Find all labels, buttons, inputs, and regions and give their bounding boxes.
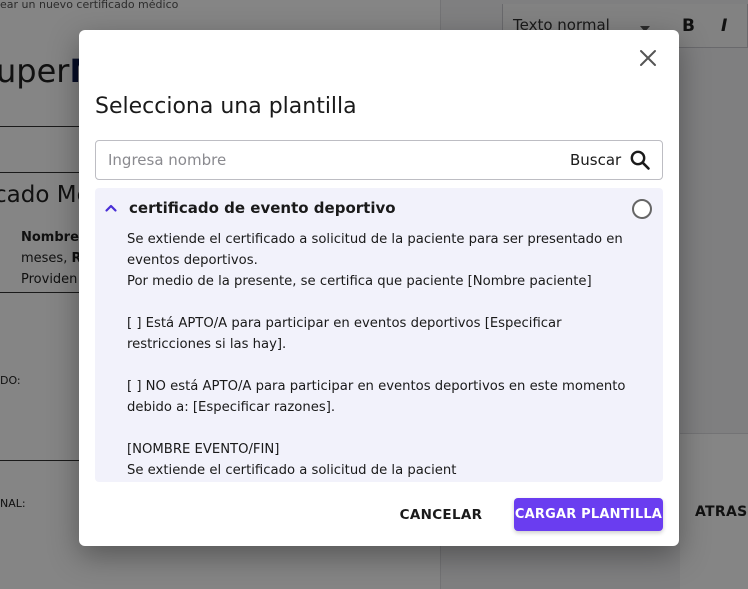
- template-title: certificado de evento deportivo: [129, 199, 396, 217]
- search-button[interactable]: Buscar: [570, 147, 651, 173]
- dialog-title: Selecciona una plantilla: [95, 94, 357, 119]
- template-item-header[interactable]: certificado de evento deportivo: [95, 188, 663, 228]
- template-preview: Se extiende el certificado a solicitud d…: [127, 229, 643, 481]
- template-preview-line: [NOMBRE EVENTO/FIN]: [127, 442, 280, 457]
- template-preview-line: [127, 292, 643, 313]
- template-preview-line: Se extiende el certificado a solicitud d…: [127, 463, 457, 478]
- load-template-button[interactable]: CARGAR PLANTILLA: [514, 498, 663, 531]
- template-preview-line: Se extiende el certificado a solicitud d…: [127, 232, 623, 268]
- search-button-label: Buscar: [570, 151, 622, 169]
- search-input[interactable]: [108, 141, 548, 179]
- template-preview-line: [127, 355, 643, 376]
- template-preview-line: Por medio de la presente, se certifica q…: [127, 274, 592, 289]
- template-preview-line: [ ] NO está APTO/A para participar en ev…: [127, 379, 626, 415]
- template-search: Buscar: [95, 140, 663, 180]
- close-button[interactable]: [637, 47, 659, 69]
- close-icon: [640, 50, 656, 66]
- chevron-up-icon[interactable]: [104, 201, 118, 215]
- template-radio[interactable]: [632, 199, 652, 219]
- template-preview-line: [ ] Está APTO/A para participar en event…: [127, 316, 562, 352]
- cancel-button[interactable]: CANCELAR: [396, 499, 486, 531]
- template-preview-line: [127, 418, 643, 439]
- search-icon: [630, 150, 651, 170]
- template-select-dialog: Selecciona una plantilla Buscar certific…: [79, 30, 679, 546]
- template-item: certificado de evento deportivo Se extie…: [95, 188, 663, 482]
